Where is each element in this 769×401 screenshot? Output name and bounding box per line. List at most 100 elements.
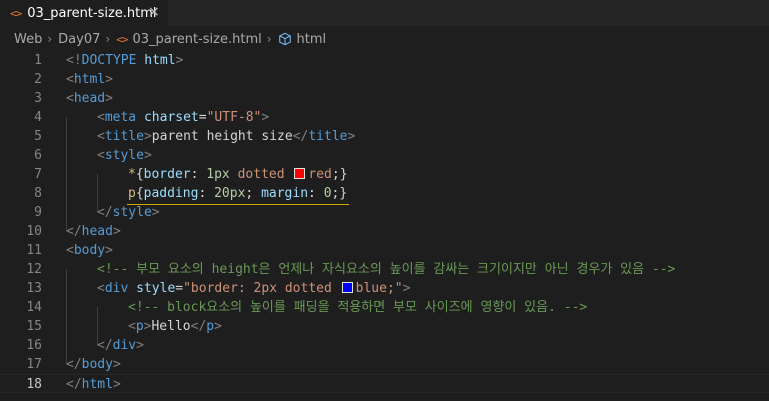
code-token: </	[66, 377, 82, 392]
code-line[interactable]: 3 <head>	[0, 89, 769, 108]
tab-03-parent-size[interactable]: <> 03_parent-size.html ×	[0, 0, 168, 26]
code-token: >	[112, 377, 121, 392]
code-text: <meta charset="UTF-8">	[97, 108, 269, 127]
code-text: p{padding: 20px; margin: 0;}	[128, 184, 347, 203]
line-number: 10	[26, 224, 42, 239]
code-token: >	[105, 91, 113, 106]
code-line[interactable]: 6 <style>	[0, 146, 769, 165]
line-number: 14	[26, 300, 42, 315]
code-line[interactable]: 1 <!DOCTYPE html>	[0, 51, 769, 70]
code-token: blue;"	[355, 281, 403, 296]
code-text: <head>	[66, 89, 113, 108]
code-token: {	[135, 167, 144, 182]
code-token: <	[97, 110, 105, 125]
code-token: >	[105, 243, 113, 258]
code-token: Hello	[151, 319, 191, 334]
code-line[interactable]: 18 </html>	[0, 374, 769, 393]
code-editor[interactable]: 1 <!DOCTYPE html> 2 <html> 3 <head> 4 <meta cha…	[0, 51, 769, 401]
code-line[interactable]: 4 <meta charset="UTF-8">	[0, 108, 769, 127]
code-text: </body>	[66, 355, 121, 374]
code-text: <!DOCTYPE html>	[66, 51, 183, 70]
code-token: >	[143, 129, 152, 144]
line-number: 4	[34, 110, 42, 125]
code-token: charset	[143, 110, 199, 125]
code-token: html	[144, 53, 176, 68]
code-token: title	[104, 129, 144, 144]
code-token: ;}	[331, 186, 348, 201]
code-token: <	[97, 148, 105, 163]
code-line[interactable]: 14 <!-- block요소의 높이를 패딩을 적용하면 부모 사이즈에 영향이…	[0, 298, 769, 317]
code-token: padding	[143, 186, 199, 201]
code-line[interactable]: 10 </head>	[0, 222, 769, 241]
code-token: =	[175, 281, 184, 296]
code-line[interactable]: 9 </style>	[0, 203, 769, 222]
breadcrumb-item-day07[interactable]: Day07	[58, 32, 100, 47]
code-line[interactable]: 7 *{border: 1px dotted red;}	[0, 165, 769, 184]
color-swatch-icon[interactable]	[341, 282, 353, 293]
breadcrumb-item-web[interactable]: Web	[14, 32, 42, 47]
code-token: <	[66, 72, 74, 87]
line-number: 1	[34, 53, 42, 68]
line-number: 9	[34, 205, 42, 220]
close-icon[interactable]: ×	[148, 4, 160, 20]
line-number: 2	[34, 72, 42, 87]
code-token: <!-- 부모 요소의 height은 언제나 자식요소의 높이를 감싸는 크기…	[97, 262, 676, 277]
code-token: style	[104, 148, 144, 163]
code-text: </head>	[66, 222, 121, 241]
code-token: p	[128, 186, 136, 201]
code-token: border	[143, 167, 191, 182]
code-token: body	[73, 243, 106, 258]
code-token: meta	[104, 110, 137, 125]
code-token: {	[135, 186, 144, 201]
chevron-right-icon: ›	[47, 32, 53, 46]
code-token: <	[128, 319, 136, 334]
code-text: <!-- 부모 요소의 height은 언제나 자식요소의 높이를 감싸는 크기…	[97, 260, 675, 279]
code-token: "border: 2px dotted	[183, 281, 340, 296]
color-swatch-icon[interactable]	[294, 168, 306, 179]
code-text: <style>	[97, 146, 152, 165]
code-text: </html>	[66, 375, 121, 394]
html-file-icon: <>	[116, 32, 128, 46]
code-token: >	[261, 110, 270, 125]
breadcrumb-item-file[interactable]: 03_parent-size.html	[132, 32, 261, 47]
code-line[interactable]: 13 <div style="border: 2px dotted blue;">	[0, 279, 769, 298]
code-line[interactable]: 17 </body>	[0, 355, 769, 374]
code-line[interactable]: 5 <title>parent height size</title>	[0, 127, 769, 146]
editor-window: <> 03_parent-size.html × Web › Day07 › <…	[0, 0, 769, 401]
line-number: 16	[26, 338, 42, 353]
code-token: >	[112, 357, 121, 372]
line-number: 11	[26, 243, 42, 258]
code-token: </	[66, 224, 82, 239]
line-number: 15	[26, 319, 42, 334]
code-text: <body>	[66, 241, 113, 260]
code-text: </div>	[97, 336, 144, 355]
code-token: <!	[66, 53, 82, 68]
code-line[interactable]: 15 <p>Hello</p>	[0, 317, 769, 336]
code-token: body	[81, 357, 113, 372]
code-line[interactable]: 16 </div>	[0, 336, 769, 355]
code-token: dotted	[237, 167, 285, 182]
code-token: 1px	[206, 167, 230, 182]
code-token: *	[128, 167, 136, 182]
code-token: "UTF-8"	[206, 110, 262, 125]
code-token: 20px	[214, 186, 246, 201]
code-token: p	[206, 319, 215, 334]
breadcrumb-item-html[interactable]: html	[297, 32, 327, 47]
code-token: <	[97, 281, 105, 296]
tab-title: 03_parent-size.html	[27, 5, 157, 21]
code-token: red	[308, 167, 332, 182]
code-token: div	[112, 338, 137, 353]
code-token: style	[136, 281, 176, 296]
code-token: :	[198, 186, 215, 201]
code-token: </	[97, 338, 113, 353]
code-token: >	[347, 129, 356, 144]
code-line[interactable]: 2 <html>	[0, 70, 769, 89]
code-text: <title>parent height size</title>	[97, 127, 355, 146]
code-token: html	[73, 72, 106, 87]
code-text: <p>Hello</p>	[128, 317, 222, 336]
code-line[interactable]: 8 p{padding: 20px; margin: 0;}	[0, 184, 769, 203]
code-line[interactable]: 12 <!-- 부모 요소의 height은 언제나 자식요소의 높이를 감싸는 …	[0, 260, 769, 279]
code-line[interactable]: 11 <body>	[0, 241, 769, 260]
